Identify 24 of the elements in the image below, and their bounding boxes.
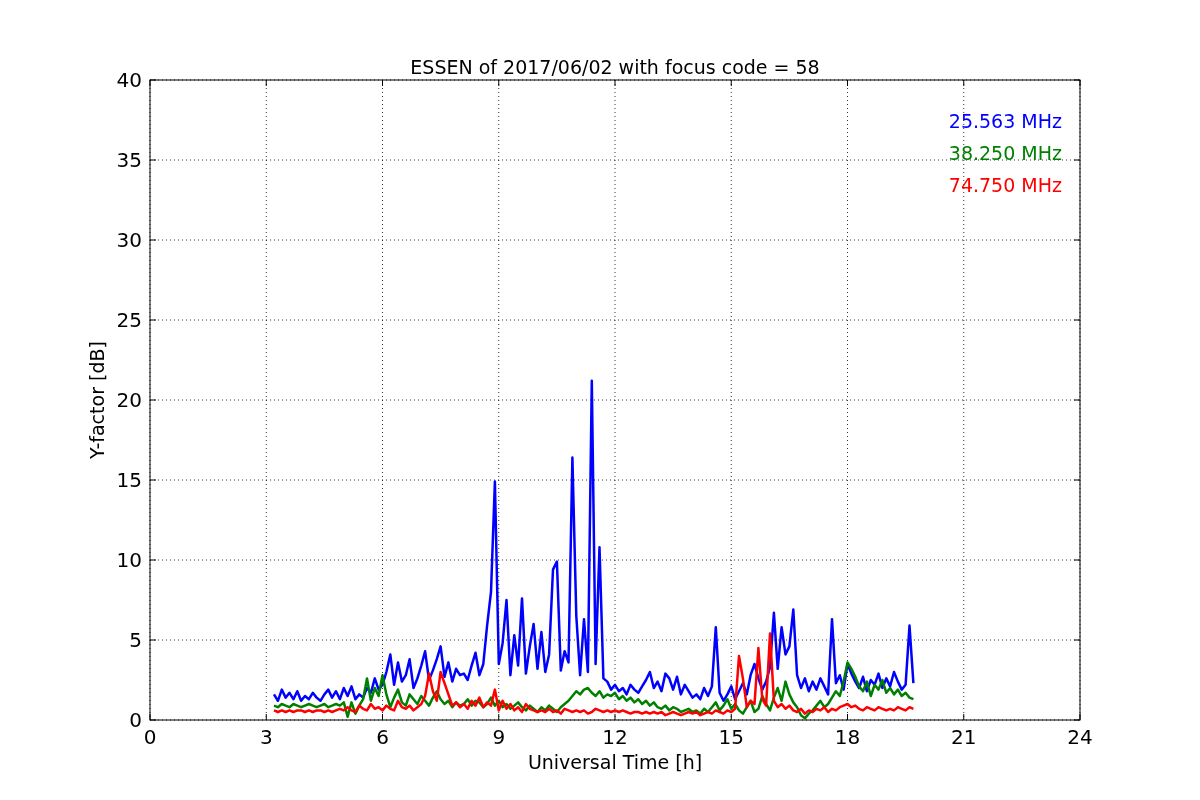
y-tick-label: 5 xyxy=(129,628,142,652)
x-tick-label: 24 xyxy=(1067,725,1093,749)
y-tick-label: 35 xyxy=(116,148,142,172)
y-tick-label: 20 xyxy=(116,388,142,412)
x-tick-label: 12 xyxy=(602,725,628,749)
y-tick-label: 0 xyxy=(129,708,142,732)
x-tick-label: 6 xyxy=(376,725,389,749)
x-tick-label: 21 xyxy=(951,725,977,749)
x-tick-label: 3 xyxy=(259,725,273,749)
x-tick-label: 9 xyxy=(492,725,506,749)
legend-label: 25.563 MHz xyxy=(948,110,1062,132)
x-tick-label: 15 xyxy=(718,725,744,749)
chart-title: ESSEN of 2017/06/02 with focus code = 58 xyxy=(410,56,820,78)
y-tick-label: 30 xyxy=(116,228,142,252)
y-tick-label: 40 xyxy=(116,68,142,92)
x-tick-label: 18 xyxy=(834,725,861,749)
y-tick-label: 25 xyxy=(116,308,142,332)
y-axis-label: Y-factor [dB] xyxy=(86,341,108,459)
legend-label: 38.250 MHz xyxy=(948,142,1062,164)
legend-label: 74.750 MHz xyxy=(948,174,1062,196)
x-axis-label: Universal Time [h] xyxy=(527,751,703,773)
y-tick-label: 10 xyxy=(116,548,142,572)
x-tick-label: 0 xyxy=(143,725,157,749)
y-tick-label: 15 xyxy=(116,468,142,492)
